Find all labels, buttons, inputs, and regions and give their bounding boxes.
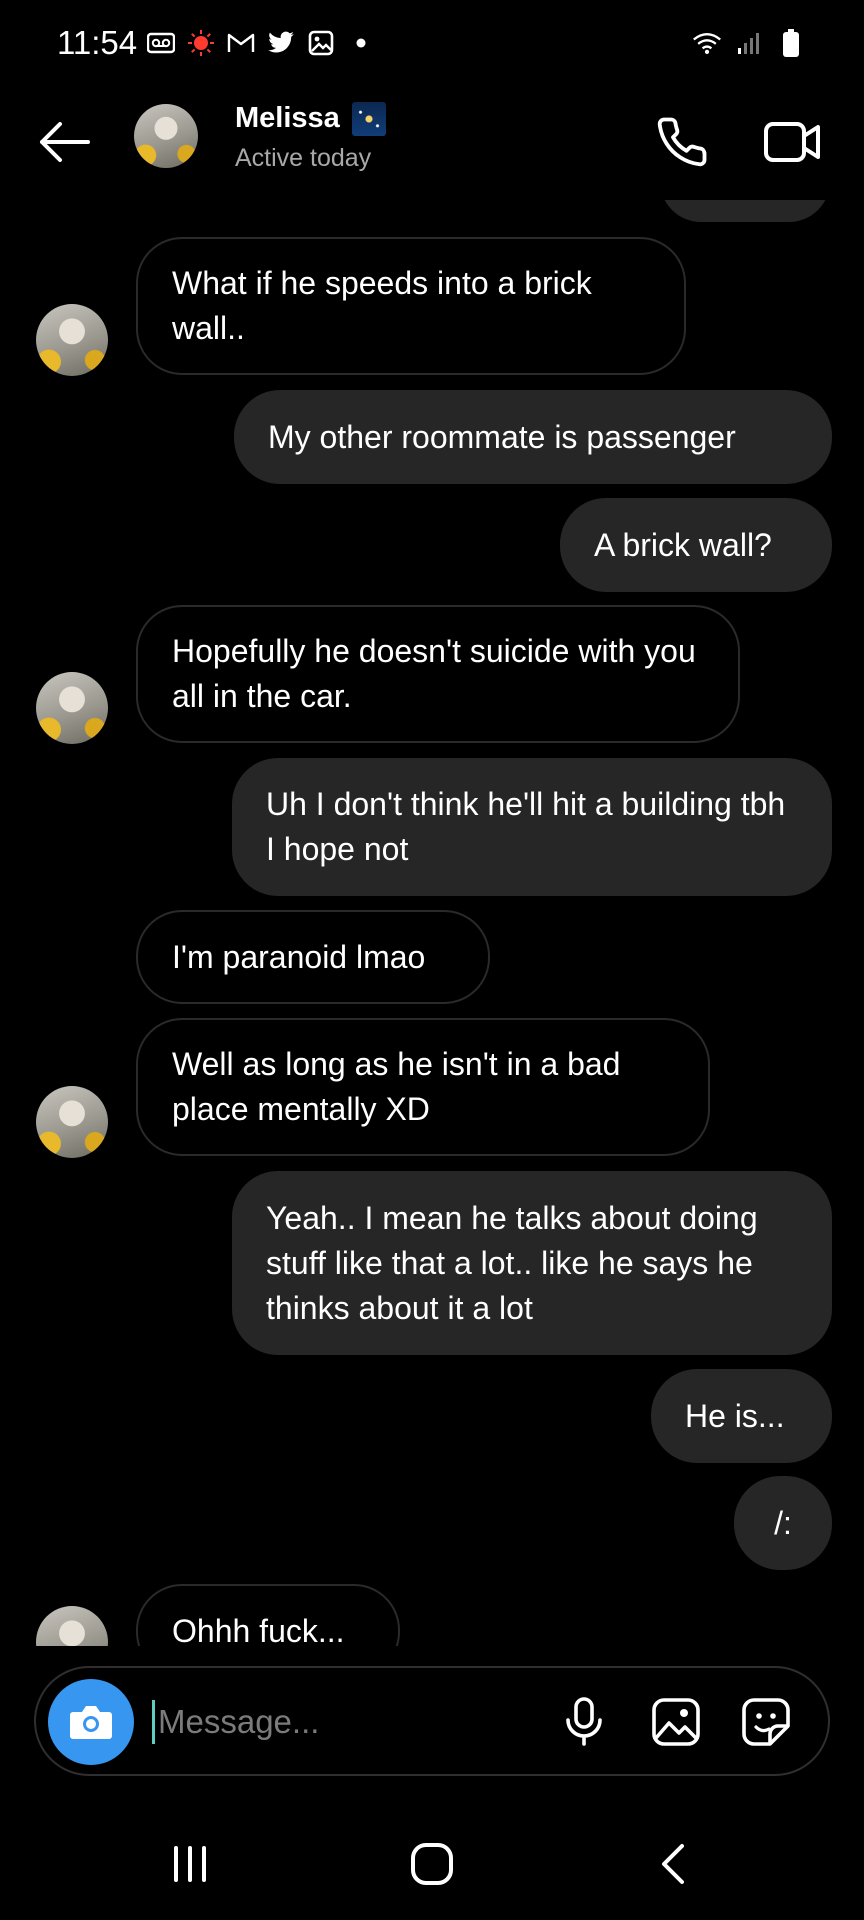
dot-icon — [346, 28, 376, 58]
status-bar: 11:54 — [0, 0, 864, 88]
message-bubble-incoming[interactable]: What if he speeds into a brick wall.. — [136, 237, 686, 375]
contact-avatar[interactable] — [134, 104, 198, 168]
microphone-icon — [566, 1697, 602, 1746]
message-text: Uh I don't think he'll hit a building tb… — [266, 786, 786, 867]
home-icon — [411, 1843, 453, 1885]
status-icons-left — [146, 28, 376, 58]
message-text: What if he speeds into a brick wall.. — [172, 265, 592, 346]
gallery-icon — [306, 28, 336, 58]
message-bubble-outgoing[interactable]: /: — [734, 1476, 832, 1570]
sender-avatar[interactable] — [36, 672, 108, 744]
video-call-button[interactable] — [760, 110, 824, 174]
message-bubble-outgoing[interactable]: Uh I don't think he'll hit a building tb… — [232, 758, 832, 896]
message-input[interactable] — [158, 1694, 518, 1750]
signal-icon — [734, 28, 764, 58]
camera-icon — [70, 1706, 112, 1739]
back-nav-button[interactable] — [634, 1832, 714, 1896]
avatar-image — [36, 1086, 108, 1158]
message-composer — [34, 1666, 830, 1776]
battery-icon — [776, 28, 806, 58]
message-text: Yeah.. I mean he talks about doing stuff… — [266, 1199, 758, 1326]
system-nav-bar — [0, 1808, 864, 1920]
back-button[interactable] — [32, 110, 96, 174]
voice-message-button[interactable] — [552, 1690, 616, 1754]
message-text: Ohhh fuck... — [172, 1612, 345, 1647]
image-icon — [652, 1698, 700, 1746]
message-bubble-outgoing[interactable]: Yeah.. I mean he talks about doing stuff… — [232, 1171, 832, 1355]
avatar-image — [36, 672, 108, 744]
sticker-button[interactable] — [734, 1690, 798, 1754]
message-text: I'm paranoid lmao — [172, 938, 426, 975]
voicemail-icon — [146, 28, 176, 58]
contact-name[interactable]: Melissa — [235, 102, 340, 135]
message-text: /: — [774, 1504, 792, 1541]
sparkles-emoji-icon — [352, 102, 386, 136]
gallery-button[interactable] — [644, 1690, 708, 1754]
avatar-image — [36, 1606, 108, 1646]
twitter-icon — [266, 28, 296, 58]
wifi-icon — [692, 28, 722, 58]
sender-avatar[interactable] — [36, 1086, 108, 1158]
phone-icon — [657, 117, 707, 167]
recent-apps-icon — [174, 1846, 206, 1882]
instagram-dm-screen: 11:54 Melissa Active today What if he sp… — [0, 0, 864, 1920]
message-bubble-incoming[interactable]: Hopefully he doesn't suicide with you al… — [136, 605, 740, 743]
status-time: 11:54 — [57, 24, 138, 61]
message-bubble-partial[interactable] — [660, 200, 830, 222]
message-bubble-outgoing[interactable]: A brick wall? — [560, 498, 832, 592]
video-camera-icon — [764, 122, 820, 162]
message-text: A brick wall? — [594, 526, 772, 563]
sender-avatar[interactable] — [36, 304, 108, 376]
message-text: My other roommate is passenger — [268, 418, 736, 455]
gmail-icon — [226, 28, 256, 58]
message-bubble-incoming[interactable]: I'm paranoid lmao — [136, 910, 490, 1004]
message-bubble-outgoing[interactable]: He is... — [651, 1369, 832, 1463]
recent-apps-button[interactable] — [150, 1832, 230, 1896]
camera-button[interactable] — [48, 1679, 134, 1765]
text-caret — [152, 1700, 155, 1744]
sticker-icon — [742, 1698, 790, 1746]
chat-header: Melissa Active today — [0, 88, 864, 200]
home-button[interactable] — [392, 1832, 472, 1896]
message-bubble-incoming[interactable]: Ohhh fuck... — [136, 1584, 400, 1646]
avatar-image — [36, 304, 108, 376]
message-bubble-incoming[interactable]: Well as long as he isn't in a bad place … — [136, 1018, 710, 1156]
status-icons-right — [692, 28, 806, 58]
notification-dot-icon — [186, 28, 216, 58]
message-bubble-outgoing[interactable]: My other roommate is passenger — [234, 390, 832, 484]
audio-call-button[interactable] — [650, 110, 714, 174]
sender-avatar[interactable] — [36, 1606, 108, 1646]
message-text: Well as long as he isn't in a bad place … — [172, 1046, 621, 1127]
arrow-left-icon — [40, 122, 90, 162]
message-list[interactable]: What if he speeds into a brick wall.. My… — [0, 200, 864, 1646]
active-status: Active today — [235, 144, 372, 172]
chevron-left-icon — [662, 1844, 684, 1884]
message-text: He is... — [685, 1397, 785, 1434]
message-text: Hopefully he doesn't suicide with you al… — [172, 633, 696, 714]
avatar-image — [134, 104, 198, 168]
